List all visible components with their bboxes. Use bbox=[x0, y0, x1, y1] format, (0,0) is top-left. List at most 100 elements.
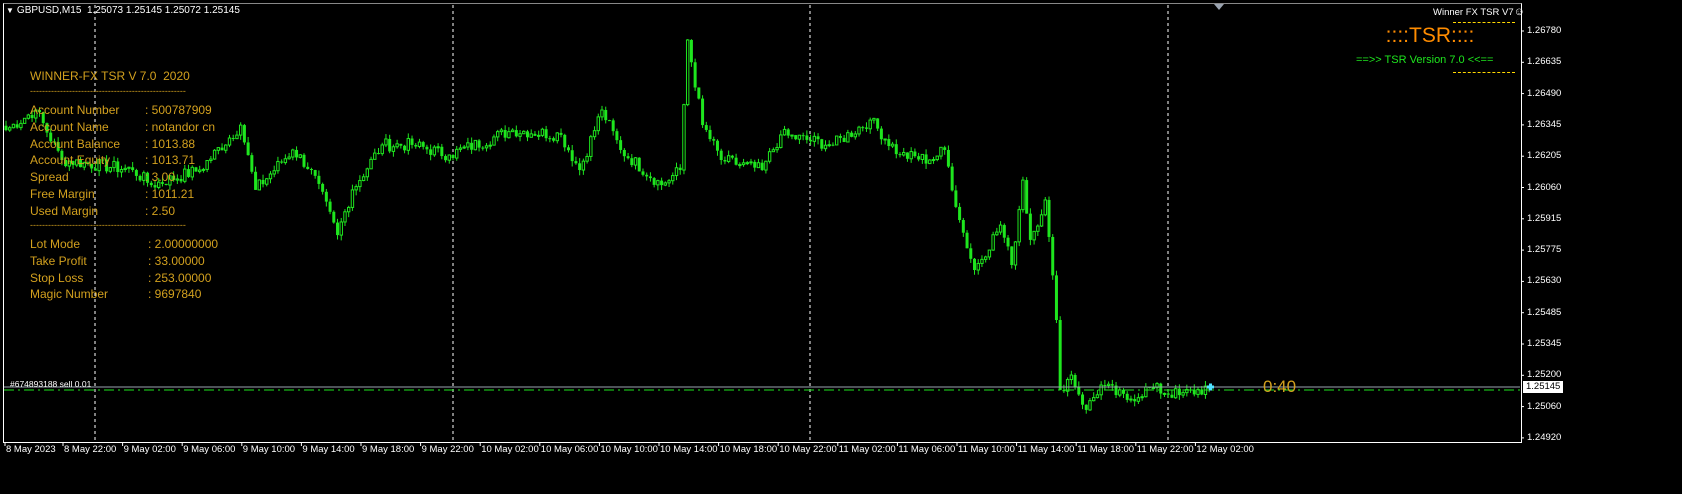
candle-bear bbox=[831, 144, 835, 146]
candle-bear bbox=[879, 128, 883, 140]
candle-bear bbox=[425, 146, 429, 150]
time-tick-label: 12 May 02:00 bbox=[1196, 444, 1254, 455]
entry-arrow-icon bbox=[1207, 383, 1214, 391]
time-tick-label: 9 May 02:00 bbox=[123, 444, 176, 455]
candle-bear bbox=[660, 180, 664, 186]
candle-bear bbox=[604, 110, 608, 121]
candle-bear bbox=[570, 150, 574, 162]
price-tick-label: 1.26205 bbox=[1527, 150, 1562, 162]
candle-bull bbox=[276, 161, 280, 172]
candle-bear bbox=[4, 125, 8, 131]
candle-bull bbox=[507, 131, 511, 139]
candle-bear bbox=[820, 139, 824, 149]
candle-bull bbox=[663, 182, 668, 186]
candle-bull bbox=[1106, 383, 1111, 386]
candle-bear bbox=[336, 222, 340, 236]
time-tick-label: 10 May 10:00 bbox=[600, 444, 658, 455]
candle-bull bbox=[488, 144, 492, 147]
candle-bear bbox=[295, 149, 299, 158]
candle-bull bbox=[522, 130, 526, 135]
price-tick-label: 1.25775 bbox=[1527, 244, 1562, 256]
candle-bull bbox=[667, 180, 671, 184]
panel-row: Lot Mode: 2.00000000 bbox=[30, 237, 218, 251]
time-tick-label: 11 May 22:00 bbox=[1136, 444, 1194, 455]
time-tick-label: 9 May 22:00 bbox=[421, 444, 474, 455]
panel-row: Account Number: 500787909 bbox=[30, 103, 212, 117]
candle-bull bbox=[361, 176, 366, 182]
candle-bear bbox=[552, 138, 556, 141]
price-tick-label: 1.26635 bbox=[1527, 56, 1562, 68]
candle-bull bbox=[395, 143, 399, 148]
candle-bull bbox=[417, 141, 422, 148]
candle-bear bbox=[548, 138, 552, 140]
candle-bear bbox=[1025, 180, 1029, 214]
candle-bull bbox=[1043, 199, 1047, 216]
tsr-version: ==>> TSR Version 7.0 <<== bbox=[1356, 54, 1494, 66]
time-tick-label: 10 May 02:00 bbox=[481, 444, 539, 455]
panel-row: Free Margin: 1011.21 bbox=[30, 187, 194, 201]
candle-bull bbox=[741, 162, 746, 166]
row-value: : 1013.88 bbox=[145, 136, 196, 151]
candle-bull bbox=[1039, 214, 1044, 227]
candle-bear bbox=[943, 147, 947, 150]
candle-bull bbox=[890, 143, 895, 147]
time-tick-label: 8 May 2023 bbox=[6, 444, 56, 455]
candle-bull bbox=[347, 206, 351, 213]
candle-bull bbox=[767, 151, 772, 162]
candle-bear bbox=[965, 232, 969, 249]
candle-bear bbox=[950, 166, 954, 191]
bar-timer: 0:40 bbox=[1263, 377, 1297, 396]
candle-bull bbox=[205, 160, 209, 170]
smiley-icon: ☺ bbox=[1513, 6, 1525, 18]
candle-bear bbox=[1002, 225, 1006, 238]
time-tick-label: 10 May 06:00 bbox=[540, 444, 599, 455]
candle-bull bbox=[212, 149, 217, 160]
candle-bull bbox=[227, 137, 232, 146]
candle-bull bbox=[596, 116, 600, 132]
candle-bear bbox=[526, 131, 529, 138]
candle-bear bbox=[905, 152, 909, 159]
candle-bear bbox=[697, 87, 701, 99]
candle-bear bbox=[194, 167, 198, 172]
candle-bull bbox=[868, 119, 872, 130]
row-value: : 1013.71 bbox=[145, 153, 196, 168]
candle-bear bbox=[563, 134, 567, 148]
price-chart[interactable] bbox=[0, 0, 1682, 494]
candle-bear bbox=[973, 258, 976, 271]
time-tick-label: 11 May 06:00 bbox=[898, 444, 956, 455]
candle-bull bbox=[339, 221, 343, 236]
candle-bull bbox=[235, 134, 239, 140]
candle-bull bbox=[883, 138, 887, 141]
candle-bull bbox=[1162, 392, 1167, 395]
candle-bear bbox=[701, 98, 705, 126]
candle-bear bbox=[414, 144, 418, 147]
chart-shift-marker-icon[interactable] bbox=[1214, 4, 1224, 10]
price-tick-label: 1.25060 bbox=[1527, 400, 1562, 412]
candle-bear bbox=[261, 179, 265, 185]
candle-bull bbox=[466, 142, 470, 148]
candle-bear bbox=[470, 142, 474, 150]
candle-bull bbox=[1129, 398, 1133, 401]
menu-triangle-icon[interactable]: ▼ bbox=[6, 6, 14, 15]
candle-bear bbox=[1103, 385, 1107, 387]
candle-bear bbox=[958, 206, 962, 221]
order-label[interactable]: #674893188 sell 0.01 bbox=[10, 379, 91, 389]
row-label: Account Name bbox=[30, 119, 109, 134]
candle-bull bbox=[287, 156, 291, 160]
time-tick-label: 11 May 02:00 bbox=[838, 444, 896, 455]
candle-bull bbox=[529, 133, 533, 138]
candle-bull bbox=[216, 147, 221, 151]
candle-bull bbox=[902, 151, 906, 156]
candle-bear bbox=[913, 151, 917, 157]
candle-bull bbox=[209, 158, 213, 162]
candle-bull bbox=[484, 145, 489, 149]
candle-bull bbox=[536, 134, 541, 137]
candle-bull bbox=[976, 262, 980, 271]
candle-bull bbox=[834, 135, 839, 146]
candle-bull bbox=[201, 168, 206, 171]
row-label: Account Balance bbox=[30, 136, 121, 151]
candle-bull bbox=[749, 161, 753, 164]
price-tick-label: 1.24920 bbox=[1527, 431, 1562, 443]
candle-bull bbox=[823, 144, 828, 150]
candle-bull bbox=[518, 133, 522, 137]
